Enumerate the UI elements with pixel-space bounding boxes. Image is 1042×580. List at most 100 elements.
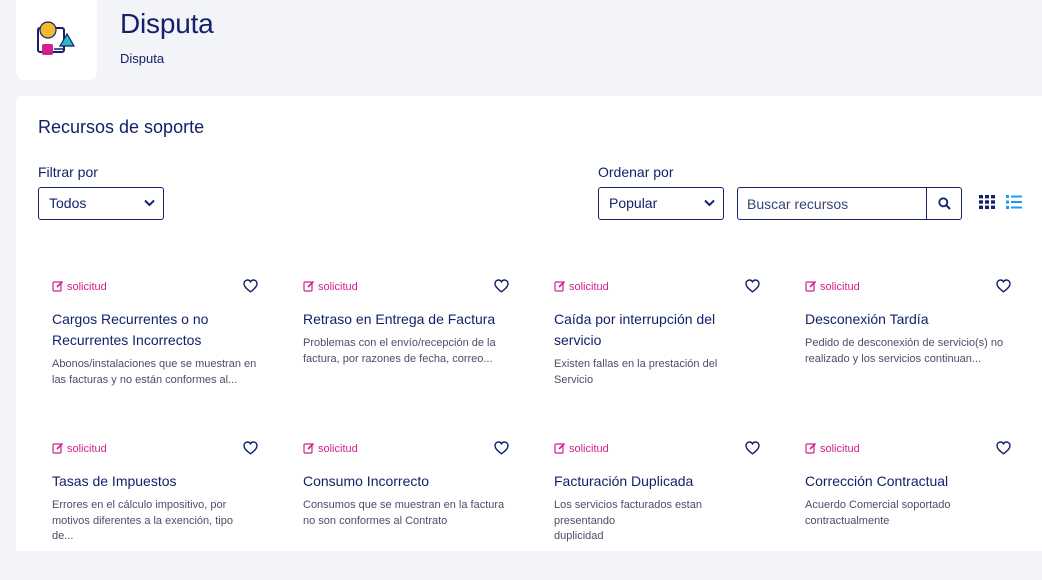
request-tag-label: solicitud [67, 281, 107, 293]
sort-select[interactable]: Popular [598, 187, 724, 220]
resource-card[interactable]: solicitud Caída por interrupción del serv… [540, 268, 765, 418]
card-description: Los servicios facturados estan presentan… [554, 498, 759, 545]
card-title-line: Desconexión Tardía [805, 311, 929, 327]
card-title-line: Recurrentes Incorrectos [52, 332, 202, 348]
card-title[interactable]: Tasas de Impuestos [52, 471, 252, 492]
card-title-line: Caída por interrupción del [554, 311, 716, 327]
card-title-line: Retraso en Entrega de Factura [303, 311, 496, 327]
heart-icon[interactable] [745, 279, 760, 293]
sort-label: Ordenar por [598, 164, 674, 180]
resource-card[interactable]: solicitud Cargos Recurrentes o no Recurre… [38, 268, 263, 418]
card-title[interactable]: Cargos Recurrentes o no Recurrentes Incor… [52, 309, 252, 351]
card-title[interactable]: Caída por interrupción del servicio [554, 309, 754, 351]
card-title-line: servicio [554, 332, 602, 348]
request-tag: solicitud [52, 442, 107, 455]
resource-card[interactable]: solicitud Consumo Incorrecto Consumos qu… [289, 430, 514, 580]
card-description: Pedido de desconexión de servicio(s) no r… [805, 336, 1010, 367]
grid-view-icon[interactable] [979, 195, 995, 209]
card-title[interactable]: Consumo Incorrecto [303, 471, 503, 492]
card-description-line: las facturas y no están conformes al... [52, 373, 238, 386]
request-tag-label: solicitud [67, 443, 107, 455]
search-button[interactable] [926, 188, 961, 219]
card-description-line: Abonos/instalaciones que se muestran en [52, 358, 257, 370]
edit-icon [303, 442, 315, 454]
card-description-line: realizado y los servicios continuan... [805, 352, 982, 365]
request-tag: solicitud [303, 280, 358, 293]
card-description-line: Pedido de desconexión de servicio(s) no [805, 337, 1004, 349]
card-description-line: no son conformes al Contrato [303, 514, 448, 527]
heart-icon[interactable] [243, 279, 258, 293]
list-view-icon[interactable] [1006, 195, 1022, 209]
edit-icon [554, 442, 566, 454]
sort-select-value: Popular [609, 195, 658, 211]
card-description-line: duplicidad [554, 530, 604, 542]
card-description-line: Acuerdo Comercial soportado [805, 499, 951, 511]
card-title[interactable]: Facturación Duplicada [554, 471, 754, 492]
search-box [737, 187, 962, 220]
card-title-line: Facturación Duplicada [554, 473, 694, 489]
resource-card[interactable]: solicitud Desconexión Tardía Pedido de d… [791, 268, 1016, 418]
card-title-line: Consumo Incorrecto [303, 473, 430, 489]
section-title: Recursos de soporte [38, 117, 205, 137]
request-tag-label: solicitud [318, 281, 358, 293]
request-tag-label: solicitud [569, 281, 609, 293]
heart-icon[interactable] [996, 279, 1011, 293]
edit-icon [52, 280, 64, 292]
card-description-line: Los servicios facturados estan presentan… [554, 499, 702, 527]
request-tag-label: solicitud [318, 443, 358, 455]
card-description: Abonos/instalaciones que se muestran en l… [52, 357, 257, 388]
request-tag: solicitud [554, 442, 609, 455]
card-description: Acuerdo Comercial soportado contractualme… [805, 498, 1010, 529]
resource-card[interactable]: solicitud Tasas de Impuestos Errores en … [38, 430, 263, 580]
card-title[interactable]: Retraso en Entrega de Factura [303, 309, 503, 330]
chevron-down-icon [704, 199, 715, 207]
card-title-line: Corrección Contractual [805, 473, 949, 489]
filter-select[interactable]: Todos [38, 187, 164, 220]
page-title: Disputa [120, 8, 214, 39]
dispute-illustration-icon [16, 0, 97, 80]
chevron-down-icon [144, 199, 155, 207]
heart-icon[interactable] [494, 441, 509, 455]
edit-icon [805, 442, 817, 454]
card-description-line: Existen fallas en la prestación del Serv… [554, 358, 718, 386]
heart-icon[interactable] [745, 441, 760, 455]
card-description-line: Errores en el cálculo impositivo, por [52, 499, 227, 511]
request-tag: solicitud [303, 442, 358, 455]
resource-card[interactable]: solicitud Facturación Duplicada Los serv… [540, 430, 765, 580]
card-description: Problemas con el envío/recepción de la fa… [303, 336, 508, 367]
card-description-line: Consumos que se muestran en la factura [303, 499, 505, 511]
heart-icon[interactable] [494, 279, 509, 293]
request-tag-label: solicitud [820, 281, 860, 293]
edit-icon [805, 280, 817, 292]
card-title-line: Cargos Recurrentes o no [52, 311, 209, 327]
request-tag-label: solicitud [820, 443, 860, 455]
resource-card[interactable]: solicitud Corrección Contractual Acuerdo… [791, 430, 1016, 580]
request-tag: solicitud [52, 280, 107, 293]
page-header: Disputa Disputa [0, 0, 1042, 96]
edit-icon [303, 280, 315, 292]
resource-card[interactable]: solicitud Retraso en Entrega de Factura … [289, 268, 514, 418]
heart-icon[interactable] [243, 441, 258, 455]
edit-icon [52, 442, 64, 454]
card-title[interactable]: Desconexión Tardía [805, 309, 1005, 330]
support-resources-panel: Recursos de soporte Filtrar por Todos Or… [16, 96, 1042, 551]
card-title[interactable]: Corrección Contractual [805, 471, 1005, 492]
request-tag: solicitud [554, 280, 609, 293]
card-description: Consumos que se muestran en la factura no… [303, 498, 508, 529]
card-description-line: motivos diferentes a la exención, tipo d… [52, 514, 233, 543]
request-tag: solicitud [805, 442, 860, 455]
card-description-line: factura, por razones de fecha, correo... [303, 352, 493, 365]
heart-icon[interactable] [996, 441, 1011, 455]
filter-select-value: Todos [49, 195, 87, 211]
card-description-line: contractualmente [805, 514, 890, 527]
card-description: Existen fallas en la prestación del Serv… [554, 357, 759, 388]
card-description: Errores en el cálculo impositivo, por mot… [52, 498, 257, 545]
search-icon [938, 197, 951, 210]
breadcrumb[interactable]: Disputa [120, 51, 164, 66]
search-input[interactable] [738, 188, 927, 219]
edit-icon [554, 280, 566, 292]
card-description-line: Problemas con el envío/recepción de la [303, 337, 496, 349]
request-tag: solicitud [805, 280, 860, 293]
request-tag-label: solicitud [569, 443, 609, 455]
filter-label: Filtrar por [38, 164, 98, 180]
